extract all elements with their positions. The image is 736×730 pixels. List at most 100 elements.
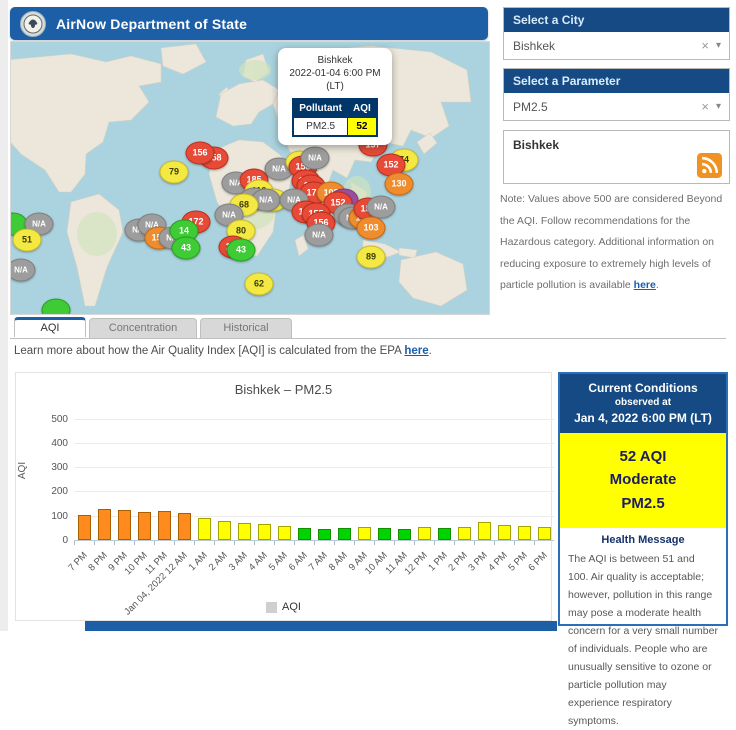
chart-bar[interactable] [198, 518, 211, 540]
y-tick-label: 300 [34, 462, 68, 473]
chart-bar[interactable] [518, 526, 531, 540]
x-axis-tick [374, 541, 375, 545]
popup-col-aqi: AQI [348, 99, 377, 118]
plot-area: 01002003004005007 PM8 PM9 PM10 PM11 PMJa… [74, 409, 554, 541]
gridline [74, 443, 554, 444]
parameter-select[interactable]: PM2.5 × ▾ [504, 93, 729, 120]
popup-pollutant-value: PM2.5 [293, 118, 347, 137]
x-axis-tick [114, 541, 115, 545]
chart-bar[interactable] [458, 527, 471, 540]
learn-more-text: Learn more about how the Air Quality Ind… [14, 345, 432, 357]
chart-bar[interactable] [258, 524, 271, 540]
chart-bar[interactable] [138, 512, 151, 540]
map-bubble[interactable]: N/A [367, 196, 396, 219]
rss-icon[interactable] [697, 153, 722, 178]
health-message-section: Health Message The AQI is between 51 and… [560, 528, 726, 730]
chevron-down-icon[interactable]: ▾ [716, 101, 721, 112]
current-conditions-title: Current Conditions [564, 381, 722, 395]
y-tick-label: 0 [34, 535, 68, 546]
map-bubble[interactable]: 89 [357, 246, 386, 269]
page-title: AirNow Department of State [56, 16, 247, 32]
y-tick-label: 100 [34, 511, 68, 522]
current-aqi-block: 52 AQI Moderate PM2.5 [560, 433, 726, 528]
page-left-gutter [0, 0, 8, 631]
chart-bar[interactable] [358, 527, 371, 540]
map-bubble[interactable]: 103 [357, 217, 386, 240]
x-axis-tick [494, 541, 495, 545]
chart-bar[interactable] [298, 528, 311, 540]
map-bubble[interactable]: 156 [186, 142, 215, 165]
x-axis-tick [214, 541, 215, 545]
city-select-label: Select a City [504, 8, 729, 32]
chevron-down-icon[interactable]: ▾ [716, 40, 721, 51]
chart-legend: AQI [16, 601, 551, 613]
map-popup[interactable]: Bishkek 2022-01-04 6:00 PM (LT) Pollutan… [278, 48, 392, 145]
x-axis-tick [174, 541, 175, 545]
chart-bar[interactable] [478, 522, 491, 540]
chart-bar[interactable] [118, 510, 131, 540]
city-select-value: Bishkek [513, 39, 694, 53]
x-axis-tick [134, 541, 135, 545]
current-pollutant: PM2.5 [560, 492, 726, 515]
map-bubble[interactable]: 62 [245, 273, 274, 296]
map-bubble[interactable]: N/A [301, 147, 330, 170]
x-axis-tick [74, 541, 75, 545]
chart-bar[interactable] [338, 528, 351, 540]
map-bubble[interactable]: N/A [305, 224, 334, 247]
map-bubble[interactable]: 130 [385, 173, 414, 196]
aqi-chart-card: Bishkek – PM2.5 AQI 01002003004005007 PM… [15, 372, 552, 621]
gridline [74, 491, 554, 492]
x-axis-tick [274, 541, 275, 545]
chart-bar[interactable] [238, 523, 251, 540]
chart-bar[interactable] [418, 527, 431, 540]
x-axis-tick [454, 541, 455, 545]
footer-bar [85, 621, 557, 631]
x-axis-tick [294, 541, 295, 545]
city-select[interactable]: Bishkek × ▾ [504, 32, 729, 59]
chart-bar[interactable] [498, 525, 511, 540]
x-axis-tick [474, 541, 475, 545]
current-aqi-category: Moderate [560, 468, 726, 491]
current-aqi-value: 52 AQI [560, 445, 726, 468]
feed-city: Bishkek [513, 138, 559, 152]
map-bubble[interactable] [42, 299, 71, 316]
parameter-select-value: PM2.5 [513, 100, 694, 114]
y-tick-label: 400 [34, 438, 68, 449]
note-here-link[interactable]: here [634, 279, 656, 291]
chart-bar[interactable] [218, 521, 231, 540]
map-bubble[interactable]: 79 [160, 161, 189, 184]
learn-more-here-link[interactable]: here [404, 345, 428, 357]
legend-swatch [266, 602, 277, 613]
x-axis-tick [314, 541, 315, 545]
note-text: Note: Values above 500 are considered Be… [500, 193, 722, 291]
city-select-panel: Select a City Bishkek × ▾ [503, 7, 730, 60]
gridline [74, 467, 554, 468]
tab-concentration[interactable]: Concentration [89, 318, 197, 338]
world-aqi-map[interactable]: N/A51N/A79158156N/AN/A151N/A1721443N/A18… [10, 41, 490, 315]
chart-bar[interactable] [158, 511, 171, 540]
chart-bar[interactable] [378, 528, 391, 540]
tab-aqi[interactable]: AQI [14, 317, 86, 337]
tab-historical[interactable]: Historical [200, 318, 292, 338]
state-department-seal-icon [20, 11, 46, 37]
clear-icon[interactable]: × [694, 99, 716, 114]
map-bubble[interactable]: 43 [172, 237, 201, 260]
chart-title: Bishkek – PM2.5 [16, 382, 551, 397]
chart-bar[interactable] [438, 528, 451, 540]
chart-bar[interactable] [398, 529, 411, 540]
x-axis-tick [234, 541, 235, 545]
chart-bar[interactable] [178, 513, 191, 540]
chart-bar[interactable] [278, 526, 291, 540]
map-bubble[interactable]: 43 [227, 239, 256, 262]
chart-bar[interactable] [318, 529, 331, 540]
parameter-select-panel: Select a Parameter PM2.5 × ▾ [503, 68, 730, 121]
chart-bar[interactable] [538, 527, 551, 540]
map-bubble[interactable]: 51 [13, 229, 42, 252]
current-conditions-panel: Current Conditions observed at Jan 4, 20… [558, 372, 728, 626]
chart-bar[interactable] [78, 515, 91, 540]
popup-datetime: 2022-01-04 6:00 PM [283, 67, 387, 80]
clear-icon[interactable]: × [694, 38, 716, 53]
app-header: AirNow Department of State [10, 7, 488, 40]
x-axis-tick [434, 541, 435, 545]
chart-bar[interactable] [98, 509, 111, 540]
